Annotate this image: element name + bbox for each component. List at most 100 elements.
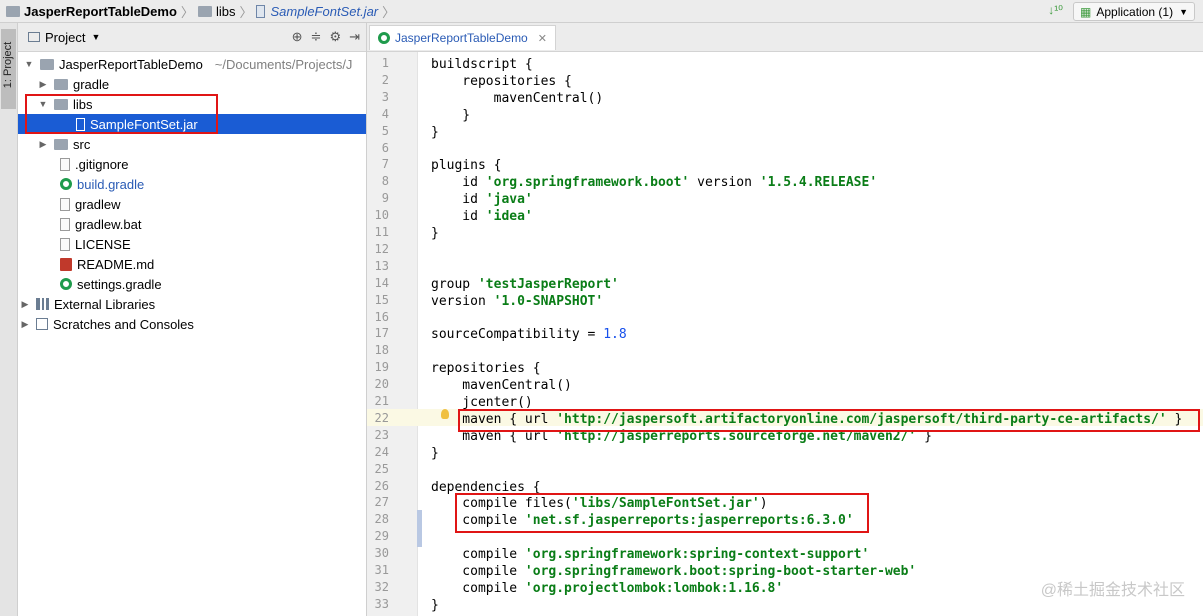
tree-item-label: gradlew	[75, 196, 121, 212]
line-number: 30	[374, 546, 389, 561]
breadcrumb-project[interactable]: JasperReportTableDemo	[24, 4, 177, 19]
code-line[interactable]: compile 'org.springframework.boot:spring…	[431, 563, 916, 580]
tree-item-gradlew-bat[interactable]: gradlew.bat	[18, 214, 408, 234]
libraries-icon	[36, 298, 49, 310]
line-number: 9	[381, 191, 389, 206]
folder-icon	[197, 5, 212, 17]
line-number: 29	[374, 529, 389, 544]
code-line[interactable]: id 'java'	[431, 191, 532, 208]
locate-icon[interactable]: ⊕	[292, 29, 303, 45]
line-number: 13	[374, 258, 389, 273]
expand-arrow-icon[interactable]: ▼	[24, 59, 34, 69]
tree-item-label: .gitignore	[75, 156, 129, 172]
code-line[interactable]: group 'testJasperReport'	[431, 276, 619, 293]
navigation-bar: JasperReportTableDemo 〉 libs 〉 SampleFon…	[0, 0, 1203, 23]
collapse-arrow-icon[interactable]: ▶	[38, 79, 48, 90]
line-number: 16	[374, 309, 389, 324]
folder-icon	[54, 78, 68, 90]
code-line[interactable]: mavenCentral()	[431, 377, 572, 394]
project-pane-header: Project ▼ ⊕ ≑ ⚙ ⇥	[18, 23, 366, 52]
code-line[interactable]: mavenCentral()	[431, 90, 604, 107]
line-number: 26	[374, 478, 389, 493]
editor-tab-bar: JasperReportTableDemo ✕	[367, 23, 1203, 52]
tree-item-license[interactable]: LICENSE	[18, 234, 408, 254]
code-line[interactable]: }	[431, 597, 439, 614]
tree-item-label: src	[73, 136, 91, 152]
code-line[interactable]: }	[431, 124, 439, 141]
code-line[interactable]: }	[431, 445, 439, 462]
file-icon	[60, 237, 70, 251]
line-number: 8	[381, 174, 389, 189]
tree-item-project-root[interactable]: ▼ JasperReportTableDemo ~/Documents/Proj…	[18, 54, 372, 74]
tree-item-build-gradle[interactable]: build.gradle	[18, 174, 408, 194]
tree-item-readme[interactable]: README.md	[18, 254, 408, 274]
project-pane-title[interactable]: Project	[45, 30, 85, 45]
tree-item-label: LICENSE	[75, 236, 131, 252]
tree-item-scratches[interactable]: ▶ Scratches and Consoles	[18, 314, 368, 334]
code-line[interactable]: repositories {	[431, 360, 541, 377]
line-number: 5	[381, 123, 389, 138]
tree-item-label: Scratches and Consoles	[53, 316, 194, 332]
line-number: 12	[374, 241, 389, 256]
line-number: 28	[374, 512, 389, 527]
gradle-icon	[60, 178, 72, 190]
tree-item-external-libraries[interactable]: ▶ External Libraries	[18, 294, 368, 314]
editor-tab-label: JasperReportTableDemo	[395, 31, 528, 45]
project-folder-icon	[40, 58, 54, 70]
breadcrumb: JasperReportTableDemo 〉 libs 〉 SampleFon…	[6, 2, 399, 21]
folder-icon	[54, 138, 68, 150]
code-line[interactable]: }	[431, 107, 470, 124]
collapse-arrow-icon[interactable]: ▶	[20, 319, 30, 330]
line-number: 25	[374, 461, 389, 476]
project-tool-window-tab[interactable]: 1: Project	[1, 29, 16, 109]
tree-item-path: ~/Documents/Projects/J	[214, 56, 353, 72]
jar-icon	[256, 4, 266, 18]
tree-item-label: build.gradle	[77, 176, 145, 192]
run-configuration-select[interactable]: ▦ Application (1) ▼	[1073, 2, 1195, 21]
editor-tab-build-gradle[interactable]: JasperReportTableDemo ✕	[369, 25, 556, 50]
gear-icon[interactable]: ⚙	[329, 29, 341, 45]
close-icon[interactable]: ✕	[538, 32, 547, 45]
annotation-box-maven-repo	[458, 409, 1200, 432]
line-number: 11	[374, 225, 389, 239]
line-number: 1	[381, 56, 389, 70]
line-number: 4	[381, 106, 389, 121]
code-line[interactable]: }	[431, 225, 439, 242]
chevron-down-icon[interactable]: ▼	[91, 32, 100, 42]
tree-item-gradlew[interactable]: gradlew	[18, 194, 408, 214]
breadcrumb-file[interactable]: SampleFontSet.jar	[270, 4, 378, 19]
scratches-icon	[36, 318, 48, 330]
project-view-icon	[28, 32, 40, 42]
code-line[interactable]: version '1.0-SNAPSHOT'	[431, 293, 603, 310]
project-pane-toolbar: ⊕ ≑ ⚙ ⇥	[292, 29, 360, 45]
tree-item-label: settings.gradle	[77, 276, 162, 292]
line-number: 32	[374, 579, 389, 594]
code-line[interactable]: compile 'org.projectlombok:lombok:1.16.8…	[431, 580, 783, 597]
code-line[interactable]: id 'idea'	[431, 208, 532, 225]
tree-item-gitignore[interactable]: .gitignore	[18, 154, 408, 174]
breadcrumb-folder[interactable]: libs	[216, 4, 236, 19]
chevron-down-icon: ▼	[1179, 6, 1188, 17]
collapse-arrow-icon[interactable]: ▶	[38, 139, 48, 150]
tree-item-src[interactable]: ▶ src	[18, 134, 386, 154]
code-line[interactable]: id 'org.springframework.boot' version '1…	[431, 174, 877, 191]
run-config-icon: ▦	[1080, 4, 1092, 19]
hide-icon[interactable]: ⇥	[349, 29, 360, 45]
code-line[interactable]: compile 'org.springframework:spring-cont…	[431, 546, 869, 563]
sort-icon[interactable]: ↓¹⁰	[1048, 3, 1063, 17]
tree-item-settings-gradle[interactable]: settings.gradle	[18, 274, 408, 294]
line-number: 22	[374, 410, 389, 425]
code-line[interactable]: sourceCompatibility = 1.8	[431, 326, 627, 343]
collapse-arrow-icon[interactable]: ▶	[20, 299, 30, 310]
line-number: 6	[381, 140, 389, 155]
line-number: 15	[374, 292, 389, 307]
breadcrumb-separator-icon: 〉	[180, 4, 194, 20]
file-icon	[60, 217, 70, 231]
tree-item-gradle[interactable]: ▶ gradle	[18, 74, 386, 94]
code-line[interactable]: buildscript {	[431, 56, 533, 73]
code-line[interactable]: plugins {	[431, 157, 501, 174]
code-line[interactable]: repositories {	[431, 73, 572, 90]
change-marker	[417, 510, 422, 547]
collapse-icon[interactable]: ≑	[311, 29, 322, 45]
breadcrumb-separator-icon: 〉	[382, 4, 396, 20]
